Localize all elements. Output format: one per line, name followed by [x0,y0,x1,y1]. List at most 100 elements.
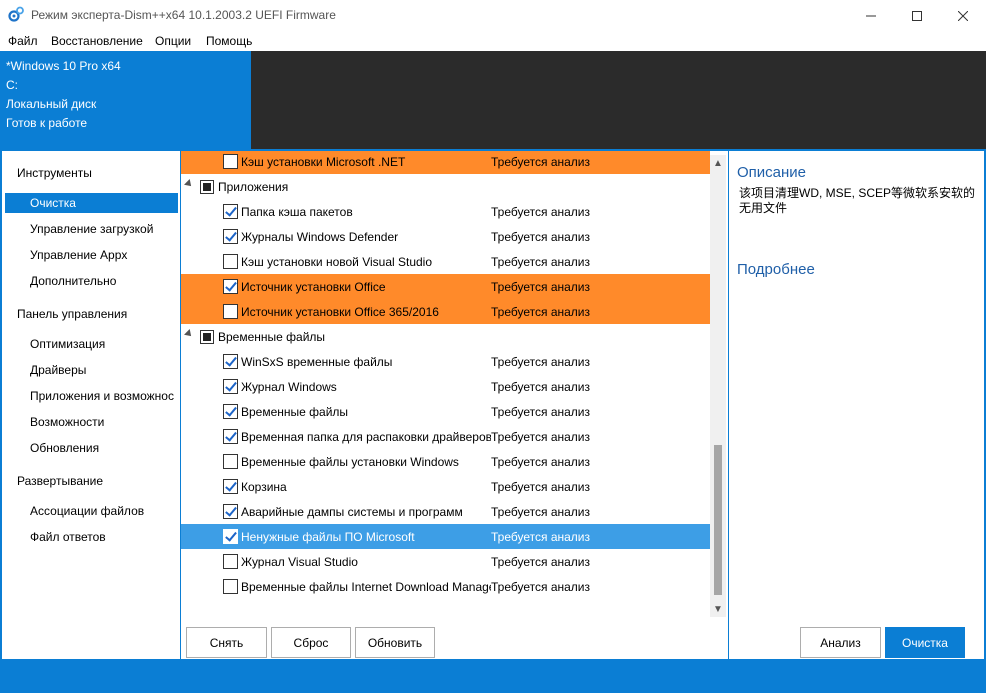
group-label: Временные файлы [218,330,326,344]
menu-options[interactable]: Опции [155,34,191,48]
list-item[interactable]: Ненужные файлы ПО Microsoft Требуется ана… [181,524,710,549]
item-label: Корзина [241,480,287,494]
scroll-thumb[interactable] [714,445,722,595]
nav-item-boot-management[interactable]: Управление загрузкой [5,219,178,239]
item-status: Требуется анализ [491,505,590,519]
item-checkbox[interactable] [223,529,238,544]
maximize-icon[interactable] [894,0,940,31]
uncheck-button[interactable]: Снять [186,627,267,658]
list-item[interactable]: Журналы Windows Defender Требуется анализ [181,224,710,249]
group-row[interactable]: Приложения [181,174,710,199]
item-label: WinSxS временные файлы [241,355,393,369]
list-item[interactable]: Кэш установки Microsoft .NET Требуется ан… [181,151,710,174]
item-status: Требуется анализ [491,355,590,369]
group-label: Приложения [218,180,289,194]
item-label: Источник установки Office 365/2016 [241,305,439,319]
item-checkbox[interactable] [223,454,238,469]
item-status: Требуется анализ [491,530,590,544]
nav-item-apps-features[interactable]: Приложения и возможнос [5,386,178,406]
item-label: Временные файлы [241,405,349,419]
item-checkbox[interactable] [223,404,238,419]
item-checkbox[interactable] [223,229,238,244]
item-checkbox[interactable] [223,279,238,294]
item-status: Требуется анализ [491,230,590,244]
close-icon[interactable] [940,0,986,31]
item-label: Источник установки Office [241,280,386,294]
analyze-button[interactable]: Анализ [800,627,881,658]
description-pane: Описание 该项目清理WD, MSE, SCEP等微软系安软的无用文件 П… [729,151,984,659]
item-checkbox[interactable] [223,304,238,319]
expand-arrow-icon[interactable] [184,329,194,339]
group-checkbox[interactable] [200,180,214,194]
scrollbar[interactable]: ▲ ▼ [710,155,726,617]
menu-restore[interactable]: Восстановление [51,34,143,48]
item-checkbox[interactable] [223,154,238,169]
item-status: Требуется анализ [491,555,590,569]
cleanup-list: Кэш установки Microsoft .NET Требуется ан… [181,151,710,617]
item-label: Папка кэша пакетов [241,205,353,219]
item-checkbox[interactable] [223,429,238,444]
os-name: *Windows 10 Pro x64 [6,59,121,73]
image-info-panel[interactable]: *Windows 10 Pro x64 C: Локальный диск Го… [0,51,251,149]
group-checkbox[interactable] [200,330,214,344]
list-item[interactable]: Источник установки Office Требуется анали… [181,274,710,299]
window-title: Режим эксперта-Dism++x64 10.1.2003.2 UEF… [31,8,336,22]
reset-button[interactable]: Сброс [271,627,351,658]
item-status: Требуется анализ [491,455,590,469]
nav-item-drivers[interactable]: Драйверы [5,360,178,380]
item-checkbox[interactable] [223,204,238,219]
nav-item-answer-file[interactable]: Файл ответов [5,527,178,547]
list-item[interactable]: Временные файлы Требуется анализ [181,399,710,424]
nav-item-capabilities[interactable]: Возможности [5,412,178,432]
description-heading: Описание [737,164,807,181]
item-label: Журнал Visual Studio [241,555,358,569]
list-item[interactable]: Временная папка для распаковки драйверов… [181,424,710,449]
list-item[interactable]: Папка кэша пакетов Требуется анализ [181,199,710,224]
nav-item-optimization[interactable]: Оптимизация [5,334,178,354]
more-info-link[interactable]: Подробнее [737,261,815,278]
left-navigation: Инструменты Очистка Управление загрузкой… [2,151,180,659]
item-checkbox[interactable] [223,504,238,519]
item-checkbox[interactable] [223,254,238,269]
nav-item-advanced[interactable]: Дополнительно [5,271,178,291]
list-item[interactable]: Журнал Visual Studio Требуется анализ [181,549,710,574]
nav-item-appx[interactable]: Управление Appx [5,245,178,265]
clean-button[interactable]: Очистка [885,627,965,658]
item-checkbox[interactable] [223,479,238,494]
list-item[interactable]: Временные файлы установки Windows Требует… [181,449,710,474]
nav-head-deployment: Развертывание [17,474,104,488]
disk-name: Локальный диск [6,97,97,111]
list-item[interactable]: Временные файлы Internet Download Manage… [181,574,710,599]
nav-item-file-associations[interactable]: Ассоциации файлов [5,501,178,521]
list-item[interactable]: WinSxS временные файлы Требуется анализ [181,349,710,374]
item-label: Ненужные файлы ПО Microsoft [241,530,415,544]
list-item[interactable]: Кэш установки новой Visual Studio Требует… [181,249,710,274]
menu-help[interactable]: Помощь [206,34,252,48]
chevron-down-icon[interactable]: ▼ [710,601,726,617]
chevron-up-icon[interactable]: ▲ [710,155,726,171]
item-label: Кэш установки новой Visual Studio [241,255,433,269]
item-checkbox[interactable] [223,354,238,369]
description-text: 该项目清理WD, MSE, SCEP等微软系安软的无用文件 [739,186,976,215]
list-item[interactable]: Источник установки Office 365/2016 Требуе… [181,299,710,324]
item-status: Требуется анализ [491,580,590,594]
list-item[interactable]: Аварийные дампы системы и программ Требуе… [181,499,710,524]
nav-item-updates[interactable]: Обновления [5,438,178,458]
refresh-button[interactable]: Обновить [355,627,435,658]
item-checkbox[interactable] [223,554,238,569]
item-checkbox[interactable] [223,379,238,394]
status-bar [0,661,986,693]
menu-file[interactable]: Файл [8,34,38,48]
list-item[interactable]: Корзина Требуется анализ [181,474,710,499]
list-item[interactable]: Журнал Windows Требуется анализ [181,374,710,399]
menu-bar: Файл Восстановление Опции Помощь [0,31,986,51]
expand-arrow-icon[interactable] [184,179,194,189]
item-label: Временная папка для распаковки драйверов [241,430,491,444]
item-checkbox[interactable] [223,579,238,594]
image-status: Готов к работе [6,116,88,130]
nav-item-cleanup[interactable]: Очистка [5,193,178,213]
item-status: Требуется анализ [491,380,590,394]
main-area: Инструменты Очистка Управление загрузкой… [0,149,986,661]
group-row[interactable]: Временные файлы [181,324,710,349]
minimize-icon[interactable] [848,0,894,31]
